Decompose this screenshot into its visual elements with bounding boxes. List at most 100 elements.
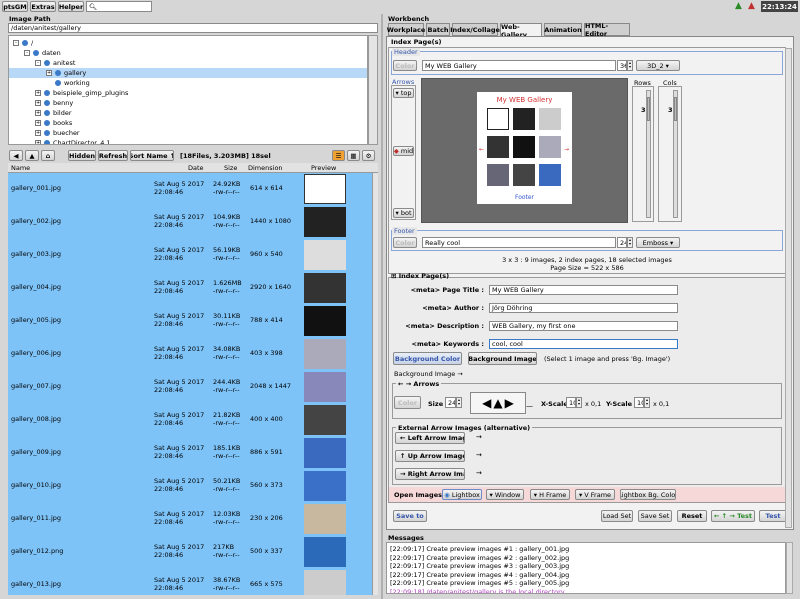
view-grid-button[interactable]: ▦	[347, 150, 360, 161]
header-font-size-spin[interactable]: ▴ ▾	[627, 60, 633, 71]
tab-index-collage[interactable]: Index/Collage	[450, 23, 500, 36]
reset-button[interactable]: Reset	[677, 510, 707, 522]
menu-app[interactable]: ptsGM	[2, 1, 28, 12]
footer-style-select[interactable]: Emboss ▾	[636, 237, 680, 248]
left-arrow-image-button[interactable]: ← Left Arrow Image	[395, 432, 465, 444]
arrow-mid-button[interactable]: ◆ mid	[393, 146, 414, 156]
file-thumbnail[interactable]	[304, 471, 346, 501]
file-thumbnail[interactable]	[304, 240, 346, 270]
footer-font-size[interactable]: 24	[617, 237, 627, 248]
keywords-input[interactable]: cool, cool	[489, 339, 678, 349]
tree-item[interactable]: + ChartDirector_4.1	[9, 138, 367, 144]
right-arrow-image-button[interactable]: → Right Arrow Image	[395, 468, 465, 480]
col-dimension[interactable]: Dimension	[248, 164, 283, 172]
arrow-size-input[interactable]: 24	[445, 397, 456, 408]
yscale-input[interactable]: 10	[634, 397, 644, 408]
yscale-spin[interactable]: ▴ ▾	[644, 397, 650, 408]
file-thumbnail[interactable]	[304, 504, 346, 534]
open-vframe-radio[interactable]: ▾ V Frame	[575, 489, 615, 500]
file-thumbnail[interactable]	[304, 405, 346, 435]
save-set-button[interactable]: Save Set	[638, 510, 672, 522]
header-style-select[interactable]: 3D_2 ▾	[636, 60, 680, 71]
file-list-scrollbar[interactable]	[372, 173, 378, 595]
xscale-input[interactable]: 10	[566, 397, 576, 408]
view-list-button[interactable]: ☰	[332, 150, 345, 161]
file-thumbnail[interactable]	[304, 570, 346, 595]
messages-log[interactable]: [22:09:17] Create preview images #1 : ga…	[386, 542, 786, 594]
tab-html-editor[interactable]: HTML-Editor	[584, 22, 630, 38]
arrow-color-button[interactable]: Color	[394, 396, 421, 409]
bg-color-button[interactable]: Background Color	[393, 352, 462, 365]
expand-icon[interactable]: +	[35, 140, 41, 144]
footer-text-input[interactable]: Really cool	[422, 237, 616, 248]
view-settings-button[interactable]: ⚙	[362, 150, 375, 161]
expand-icon[interactable]: +	[35, 110, 41, 116]
col-preview[interactable]: Preview	[311, 164, 336, 172]
file-thumbnail[interactable]	[304, 339, 346, 369]
file-thumbnail[interactable]	[304, 438, 346, 468]
expand-icon[interactable]: +	[35, 120, 41, 126]
file-thumbnail[interactable]	[304, 372, 346, 402]
tab-batch[interactable]: Batch	[426, 23, 450, 36]
col-name[interactable]: Name	[11, 164, 30, 172]
open-window-radio[interactable]: ▾ Window	[486, 489, 524, 500]
collapse-icon[interactable]: -	[35, 60, 41, 66]
upload-icon[interactable]: ▲	[735, 1, 745, 12]
tree-item[interactable]: + bilder	[9, 108, 367, 118]
arrow-bot-button[interactable]: ▾ bot	[393, 208, 414, 218]
tree-item[interactable]: + buecher	[9, 128, 367, 138]
file-thumbnail[interactable]	[304, 207, 346, 237]
search-input[interactable]: 🔍︎	[86, 1, 152, 12]
file-thumbnail[interactable]	[304, 306, 346, 336]
save-to-button[interactable]: Save to	[393, 510, 427, 522]
tree-item[interactable]: - /	[9, 38, 367, 48]
cols-slider-handle[interactable]	[674, 97, 677, 121]
image-path-input[interactable]: /daten/anitest/gallery	[8, 23, 378, 33]
open-hframe-radio[interactable]: ▾ H Frame	[530, 489, 570, 500]
rows-slider[interactable]	[646, 90, 651, 218]
test-arrows-button[interactable]: ← ↑ → Test	[711, 510, 755, 522]
tab-web-gallery[interactable]: Web-Gallery	[500, 23, 542, 39]
directory-tree[interactable]: - / - daten - anitest + gallery working + beispiel…	[8, 35, 368, 145]
menu-extras[interactable]: Extras	[30, 1, 56, 12]
tab-workplace[interactable]: Workplace	[387, 23, 425, 36]
workbench-scrollbar[interactable]	[785, 48, 792, 528]
sort-button[interactable]: Sort Name ↑	[130, 150, 174, 161]
tree-item[interactable]: + books	[9, 118, 367, 128]
lightbox-bg-color-button[interactable]: Lightbox Bg. Color	[620, 489, 676, 500]
tree-item[interactable]: + beispiele_gimp_plugins	[9, 88, 367, 98]
arrow-top-button[interactable]: ▾ top	[393, 88, 414, 98]
col-size[interactable]: Size	[224, 164, 237, 172]
refresh-button[interactable]: Refresh	[98, 150, 128, 161]
home-button[interactable]: ⌂	[41, 150, 55, 161]
file-thumbnail[interactable]	[304, 174, 346, 204]
file-row[interactable]: gallery_013.jpg Sat Aug 5 2017 22:08:46 38.…	[8, 566, 378, 595]
expand-icon[interactable]: +	[35, 90, 41, 96]
header-text-input[interactable]: My WEB Gallery	[422, 60, 616, 71]
menu-helper[interactable]: Helper	[58, 1, 84, 12]
up-arrow-image-button[interactable]: ↑ Up Arrow Image	[395, 450, 465, 462]
collapse-icon[interactable]: -	[13, 40, 19, 46]
header-font-size[interactable]: 36	[617, 60, 627, 71]
description-input[interactable]: WEB Gallery, my first one	[489, 321, 678, 331]
arrow-size-spin[interactable]: ▴ ▾	[456, 397, 462, 408]
footer-font-size-spin[interactable]: ▴ ▾	[627, 237, 633, 248]
tree-item[interactable]: + gallery	[9, 68, 367, 78]
tree-item[interactable]: + benny	[9, 98, 367, 108]
tree-item[interactable]: working	[9, 78, 367, 88]
load-set-button[interactable]: Load Set	[601, 510, 633, 522]
tab-animation[interactable]: Animation	[544, 23, 582, 36]
expand-icon[interactable]: +	[46, 70, 52, 76]
bg-image-button[interactable]: Background Image	[468, 352, 537, 365]
rows-slider-handle[interactable]	[647, 97, 650, 121]
header-color-button[interactable]: Color	[393, 60, 417, 71]
back-button[interactable]: ◀	[9, 150, 23, 161]
expand-icon[interactable]: +	[35, 130, 41, 136]
cols-slider[interactable]	[673, 90, 678, 218]
col-date[interactable]: Date	[188, 164, 204, 172]
author-input[interactable]: Jörg Döhring	[489, 303, 678, 313]
expand-icon[interactable]: +	[35, 100, 41, 106]
collapse-icon[interactable]: -	[24, 50, 30, 56]
file-thumbnail[interactable]	[304, 273, 346, 303]
hidden-button[interactable]: Hidden	[68, 150, 96, 161]
